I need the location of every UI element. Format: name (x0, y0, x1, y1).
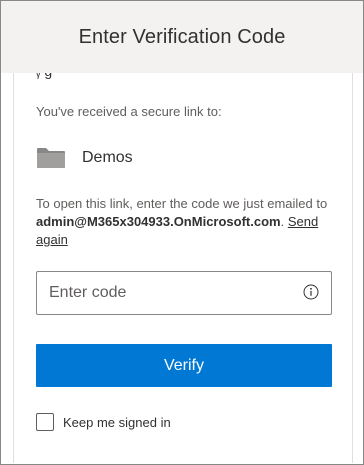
folder-icon (36, 147, 66, 169)
dialog-title: Enter Verification Code (78, 25, 286, 48)
instructions-separator: . (280, 214, 288, 229)
received-link-text: You've received a secure link to: (36, 104, 222, 119)
code-instructions: To open this link, enter the code we jus… (36, 195, 336, 249)
info-icon[interactable] (303, 284, 319, 300)
instructions-text: To open this link, enter the code we jus… (36, 196, 328, 211)
dialog-header: Enter Verification Code (1, 1, 363, 73)
recipient-email: admin@M365x304933.OnMicrosoft.com (36, 214, 281, 229)
code-input-container (36, 271, 332, 315)
code-input[interactable] (37, 273, 289, 313)
keep-signed-in-label[interactable]: Keep me signed in (63, 415, 171, 430)
dialog-content: ᵧ g You've received a secure link to: De… (13, 59, 353, 463)
keep-signed-in-checkbox[interactable] (36, 413, 54, 431)
shared-item-name: Demos (82, 149, 133, 166)
verification-dialog: Enter Verification Code ᵧ g You've recei… (0, 0, 364, 465)
verify-button[interactable]: Verify (36, 344, 332, 387)
shared-item: Demos (36, 147, 133, 169)
keep-signed-in-row: Keep me signed in (36, 412, 171, 432)
